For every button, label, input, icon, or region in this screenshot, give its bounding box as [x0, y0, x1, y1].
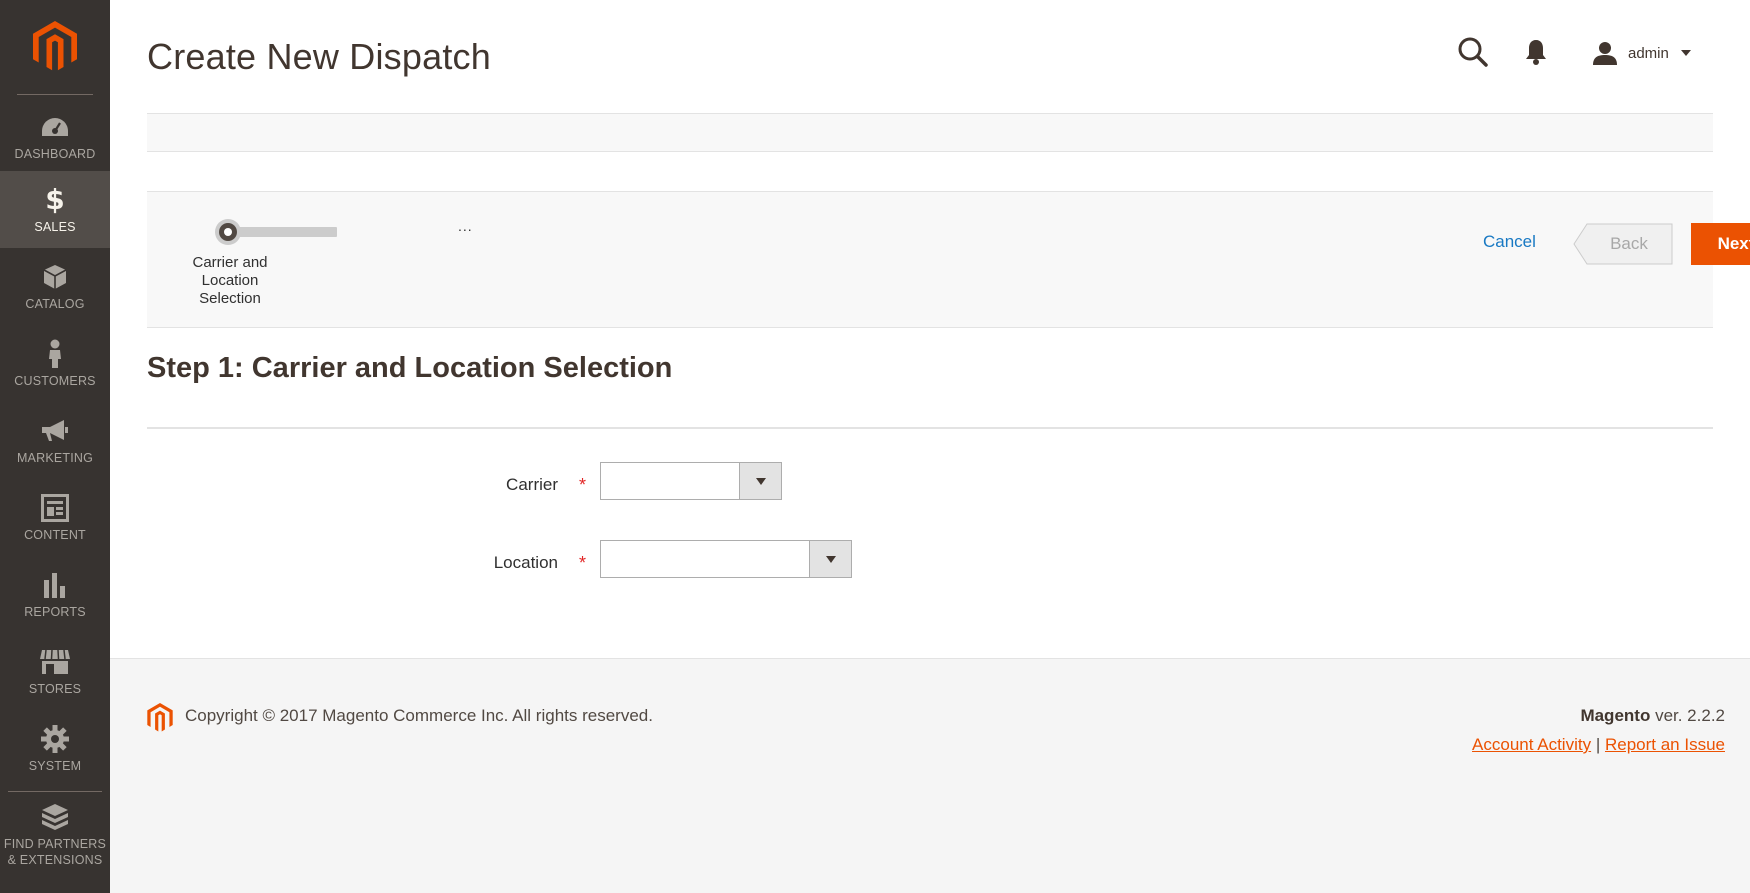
sidebar-item-label: CONTENT [24, 528, 86, 542]
back-button-label: Back [1610, 234, 1648, 253]
admin-username: admin [1628, 44, 1669, 62]
sidebar-item-system[interactable]: SYSTEM [0, 710, 110, 787]
carrier-label: Carrier [506, 475, 558, 494]
dollar-icon: $ [45, 183, 65, 216]
partners-line-2: & EXTENSIONS [7, 853, 103, 867]
step-title: Step 1: Carrier and Location Selection [147, 352, 673, 384]
location-label: Location [493, 553, 558, 572]
dashboard-icon [40, 114, 70, 140]
wizard-steps-bar: ... Carrier and Location Selection Cance… [147, 191, 1750, 328]
version-info: Magento ver. 2.2.2 [1580, 706, 1725, 726]
step-label: Carrier and Location Selection [192, 254, 268, 307]
location-select[interactable] [600, 540, 852, 578]
page-footer: Copyright © 2017 Magento Commerce Inc. A… [110, 658, 1750, 893]
account-activity-link[interactable]: Account Activity [1472, 735, 1591, 754]
step-more-indicator: ... [458, 218, 473, 234]
required-marker: * [579, 553, 587, 573]
footer-links: Account Activity | Report an Issue [1472, 735, 1725, 755]
sidebar-item-label: SALES [34, 220, 76, 234]
carrier-select[interactable] [600, 462, 782, 500]
sidebar-item-label: REPORTS [24, 605, 86, 619]
sidebar-item-customers[interactable]: CUSTOMERS [0, 325, 110, 402]
chevron-down-icon[interactable] [739, 463, 781, 499]
sidebar-item-dashboard[interactable]: DASHBOARD [0, 98, 110, 175]
next-button-label: Next [1717, 234, 1750, 253]
blocks-icon [40, 804, 70, 830]
sidebar-item-label: MARKETING [16, 451, 94, 465]
storefront-icon [39, 649, 71, 675]
sidebar-divider [8, 791, 102, 792]
brand-name: Magento [1580, 706, 1651, 725]
megaphone-icon [40, 418, 70, 444]
admin-sidebar: DASHBOARD $ SALES CATALOG CUSTOMERS MARK… [0, 0, 110, 893]
step-indicator-current[interactable] [215, 219, 241, 245]
person-icon [46, 339, 64, 368]
sidebar-item-content[interactable]: CONTENT [0, 479, 110, 556]
sidebar-item-stores[interactable]: STORES [0, 633, 110, 710]
report-issue-link[interactable]: Report an Issue [1605, 735, 1725, 754]
box-icon [42, 264, 68, 290]
notifications-button[interactable] [1523, 38, 1553, 68]
search-icon [1458, 37, 1488, 67]
admin-user-menu[interactable]: admin [1592, 36, 1691, 70]
sidebar-item-reports[interactable]: REPORTS [0, 556, 110, 633]
partners-line-1: FIND PARTNERS [3, 837, 107, 851]
sidebar-item-label: CUSTOMERS [14, 374, 96, 388]
magento-logo-icon [33, 21, 77, 71]
sidebar-item-label: STORES [28, 682, 82, 696]
next-button[interactable]: Next [1691, 223, 1750, 265]
bell-icon [1526, 40, 1546, 65]
page-title: Create New Dispatch [147, 36, 491, 77]
copyright-text: Copyright © 2017 Magento Commerce Inc. A… [185, 706, 653, 725]
layout-icon [41, 494, 69, 522]
step-divider [147, 427, 1713, 429]
chevron-down-icon [1680, 50, 1691, 56]
back-button[interactable]: Back [1573, 223, 1673, 265]
page-actions-bar [147, 113, 1713, 152]
required-marker: * [579, 475, 587, 495]
gear-icon [41, 725, 69, 753]
sidebar-divider [17, 94, 93, 95]
version-number: ver. 2.2.2 [1655, 706, 1725, 725]
sidebar-item-sales[interactable]: $ SALES [0, 171, 110, 248]
sidebar-item-catalog[interactable]: CATALOG [0, 248, 110, 325]
sidebar-item-label: SYSTEM [28, 759, 82, 773]
chevron-down-icon[interactable] [809, 541, 851, 577]
cancel-button[interactable]: Cancel [1483, 232, 1536, 252]
sidebar-item-marketing[interactable]: MARKETING [0, 402, 110, 479]
sidebar-item-label: FIND PARTNERS & EXTENSIONS [4, 836, 106, 868]
magento-logo-small-icon [147, 703, 173, 738]
sidebar-item-label: DASHBOARD [14, 147, 96, 161]
sidebar-item-partners[interactable]: FIND PARTNERS & EXTENSIONS [0, 796, 110, 893]
step-progress-track [237, 227, 337, 237]
link-separator: | [1595, 735, 1601, 754]
global-search-button[interactable] [1457, 36, 1491, 70]
magento-logo[interactable] [0, 0, 110, 94]
user-icon [1593, 42, 1617, 65]
main-content: Create New Dispatch admin ... Carrier an… [110, 0, 1750, 658]
sidebar-item-label: CATALOG [25, 297, 85, 311]
bar-chart-icon [42, 572, 68, 598]
